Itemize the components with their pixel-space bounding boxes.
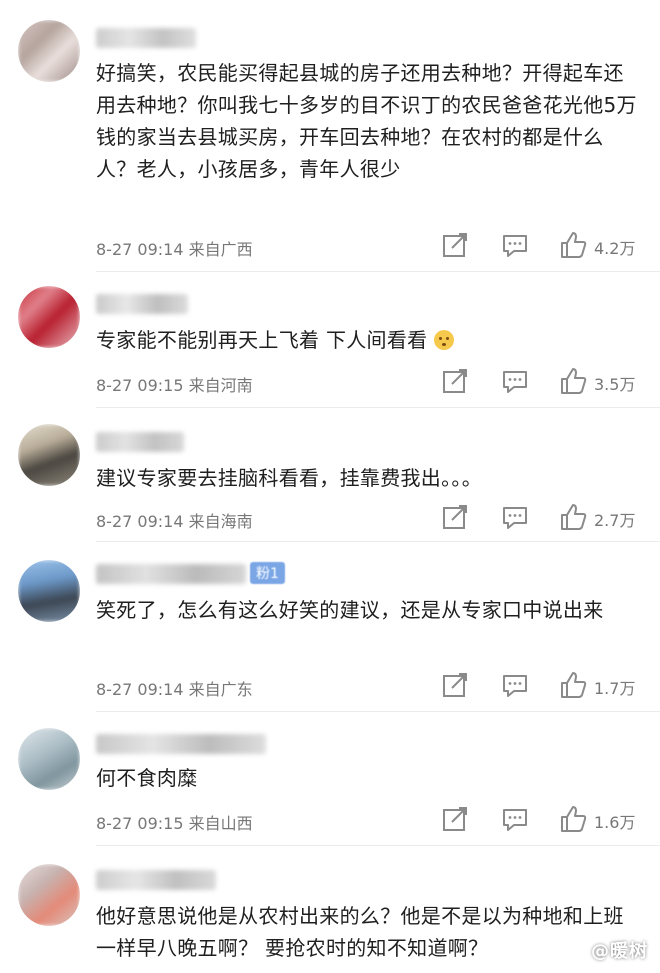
comment-icon[interactable] [500,366,530,396]
like-count: 2.7万 [594,511,636,530]
thumbs-up-icon[interactable] [558,502,588,532]
comment-meta: 8-27 09:14 来自海南 [96,512,253,531]
comment-text: 笑死了，怎么有这么好笑的建议，还是从专家口中说出来 [96,598,604,622]
comment-text-content: 专家能不能别再天上飞着 下人间看看 [96,328,428,352]
avatar[interactable] [18,424,80,486]
avatar[interactable] [18,20,80,82]
avatar[interactable] [18,728,80,790]
comment-icon[interactable] [500,502,530,532]
comment-icon[interactable] [500,230,530,260]
share-icon[interactable] [440,502,470,532]
thumbs-up-icon[interactable] [558,804,588,834]
avatar[interactable] [18,286,80,348]
comment-meta: 8-27 09:14 来自广东 [96,680,253,699]
username-blurred[interactable] [96,734,266,754]
like-count: 1.6万 [594,813,636,832]
comment-meta: 8-27 09:15 来自山西 [96,814,253,833]
comment-item: 建议专家要去挂脑科看看，挂靠费我出。。。 8-27 09:14 来自海南 2.7… [0,408,660,542]
avatar[interactable] [18,560,80,622]
comment-meta: 8-27 09:14 来自广西 [96,240,253,259]
username-blurred[interactable] [96,28,196,48]
comment-text: 他好意思说他是从农村出来的么？他是不是以为种地和上班一样早八晚五啊？ 要抢农时的… [96,904,624,960]
comment-text: 建议专家要去挂脑科看看，挂靠费我出。。。 [96,466,482,490]
comment-icon[interactable] [500,670,530,700]
comment-meta: 8-27 09:15 来自河南 [96,376,253,395]
like-count: 4.2万 [594,239,636,258]
comment-text: 专家能不能别再天上飞着 下人间看看 [96,324,641,356]
flushed-face-emoji [434,330,455,350]
comment-item: 何不食肉糜 8-27 09:15 来自山西 1.6万 [0,712,660,846]
thumbs-up-icon[interactable] [558,230,588,260]
comment-item: 他好意思说他是从农村出来的么？他是不是以为种地和上班一样早八晚五啊？ 要抢农时的… [0,846,660,973]
comment-item: 好搞笑，农民能买得起县城的房子还用去种地？开得起车还用去种地？你叫我七十多岁的目… [0,0,660,272]
username-blurred[interactable] [96,294,188,314]
share-icon[interactable] [440,670,470,700]
username-blurred[interactable] [96,432,184,452]
thumbs-up-icon[interactable] [558,366,588,396]
fan-badge: 粉1 [250,562,285,584]
comment-item: 专家能不能别再天上飞着 下人间看看 8-27 09:15 来自河南 3.5万 [0,272,660,408]
comment-text: 何不食肉糜 [96,766,198,790]
username-blurred[interactable] [96,870,216,890]
comment-item: 粉1 笑死了，怎么有这么好笑的建议，还是从专家口中说出来 8-27 09:14 … [0,542,660,712]
comment-text: 好搞笑，农民能买得起县城的房子还用去种地？开得起车还用去种地？你叫我七十多岁的目… [96,61,637,181]
like-count: 3.5万 [594,375,636,394]
share-icon[interactable] [440,366,470,396]
avatar[interactable] [18,864,80,926]
watermark: @暖树 [591,941,648,962]
thumbs-up-icon[interactable] [558,670,588,700]
share-icon[interactable] [440,804,470,834]
share-icon[interactable] [440,230,470,260]
comment-icon[interactable] [500,804,530,834]
username-blurred[interactable] [96,564,246,584]
like-count: 1.7万 [594,679,636,698]
